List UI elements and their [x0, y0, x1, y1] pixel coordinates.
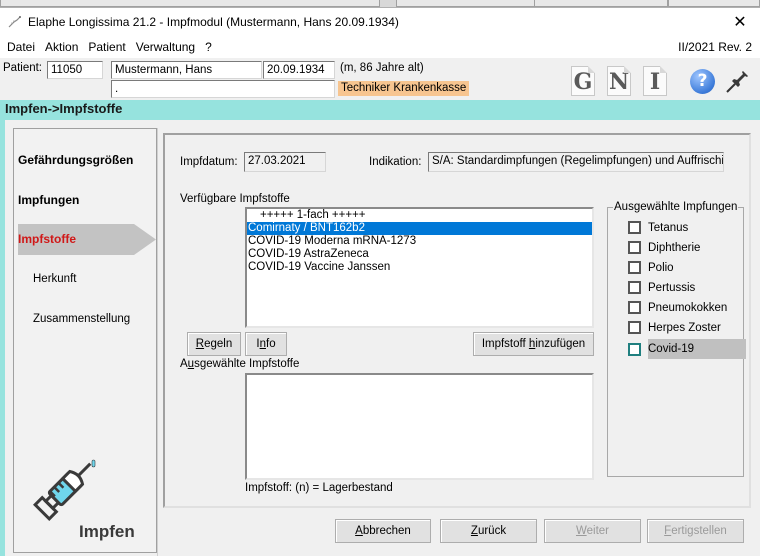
insurance-badge: Techniker Krankenkasse — [338, 81, 470, 96]
list-item-header: +++++ 1-fach +++++ — [260, 209, 366, 221]
cancel-button[interactable]: Abbrechen — [335, 519, 431, 543]
finish-button[interactable]: Fertigstellen — [647, 519, 744, 543]
snake-icon — [8, 15, 22, 29]
group-title: Ausgewählte Impfungen — [613, 201, 739, 213]
patient-birthdate-field[interactable]: 20.09.1934 — [263, 61, 335, 79]
sidebar-item-impfungen[interactable]: Impfungen — [18, 193, 79, 207]
checkbox-box[interactable] — [628, 301, 641, 314]
checkbox-diphtherie[interactable]: Diphtherie — [628, 241, 700, 254]
checkbox-label: Pertussis — [648, 281, 696, 294]
list-item[interactable]: COVID-19 Vaccine Janssen — [247, 261, 592, 274]
available-vaccines-list[interactable]: +++++ 1-fach +++++ Comirnaty / BNT162b2 … — [245, 207, 594, 328]
syringe-icon — [20, 452, 104, 532]
checkbox-box[interactable] — [628, 221, 641, 234]
patient-bar: Patient: 11050 Mustermann, Hans 20.09.19… — [0, 58, 760, 100]
checkbox-polio[interactable]: Polio — [628, 261, 674, 274]
impfdatum-label: Impfdatum: — [180, 156, 238, 168]
checkbox-herpes-zoster[interactable]: Herpes Zoster — [628, 321, 721, 334]
checkbox-box[interactable] — [628, 281, 641, 294]
label-text: A — [180, 358, 188, 370]
checkbox-label: Herpes Zoster — [648, 321, 721, 334]
list-item[interactable]: COVID-19 AstraZeneca — [247, 248, 592, 261]
sidebar-item-herkunft[interactable]: Herkunft — [33, 273, 76, 285]
menu-aktion[interactable]: Aktion — [40, 40, 83, 54]
version-label: II/2021 Rev. 2 — [678, 40, 752, 54]
checkbox-tetanus[interactable]: Tetanus — [628, 221, 688, 234]
button-label: fo — [266, 338, 276, 350]
window-title: Elaphe Longissima 21.2 - Impfmodul (Must… — [28, 15, 399, 29]
pin-icon[interactable] — [724, 67, 752, 95]
patient-label: Patient: — [3, 62, 42, 74]
info-button[interactable]: Info — [245, 332, 287, 356]
add-vaccine-button[interactable]: Impfstoff hinzufügen — [473, 332, 594, 356]
button-label: bbrechen — [362, 525, 411, 537]
button-label: egeln — [204, 338, 233, 350]
stock-legend: Impfstoff: (n) = Lagerbestand — [245, 482, 393, 494]
module-label: Impfen — [79, 522, 135, 541]
list-item[interactable]: COVID-19 Moderna mRNA-1273 — [247, 235, 592, 248]
close-icon[interactable]: ✕ — [730, 12, 750, 32]
mnemonic: R — [195, 338, 205, 350]
menu-help[interactable]: ? — [200, 40, 217, 54]
background-window-strip — [0, 0, 760, 8]
background-tab — [0, 0, 380, 7]
checkbox-label: Polio — [648, 261, 674, 274]
button-label: Impfstoff — [481, 338, 529, 350]
checkbox-label: Diphtherie — [648, 241, 701, 254]
regeln-button[interactable]: Regeln — [187, 332, 241, 356]
available-vaccines-label: Verfügbare Impfstoffe — [180, 193, 290, 205]
title-bar: Elaphe Longissima 21.2 - Impfmodul (Must… — [0, 8, 760, 36]
checkbox-box[interactable] — [628, 261, 641, 274]
menu-verwaltung[interactable]: Verwaltung — [131, 40, 200, 54]
button-label: ertigstellen — [671, 525, 727, 537]
checkbox-pertussis[interactable]: Pertussis — [628, 281, 695, 294]
mnemonic: Z — [470, 525, 478, 537]
checkbox-label: Tetanus — [648, 221, 689, 234]
breadcrumb: Impfen->Impfstoffe — [5, 101, 123, 116]
background-tab — [534, 0, 668, 7]
button-label: inzufügen — [535, 338, 586, 350]
mnemonic: W — [575, 525, 587, 537]
background-tab — [396, 0, 536, 7]
patient-id-field[interactable]: 11050 — [47, 61, 103, 79]
breadcrumb-bar: Impfen->Impfstoffe — [0, 100, 760, 120]
checkbox-box[interactable] — [628, 342, 641, 356]
i-document-icon[interactable]: I — [643, 66, 667, 96]
button-label: eiter — [586, 525, 610, 537]
selected-vaccines-list[interactable] — [245, 373, 594, 480]
sidebar-item-gefaehrdungsgroessen[interactable]: Gefährdungsgrößen — [18, 153, 133, 167]
label-text: sgewählte Impfstoffe — [194, 358, 300, 370]
accent-strip — [0, 120, 5, 556]
checkbox-covid-19[interactable]: Covid-19 — [628, 339, 746, 359]
mnemonic: A — [355, 525, 363, 537]
menu-patient[interactable]: Patient — [83, 40, 130, 54]
indikation-field[interactable]: S/A: Standardimpfungen (Regelimpfungen) … — [428, 152, 724, 172]
impfdatum-field[interactable]: 27.03.2021 — [244, 152, 326, 172]
background-tab — [668, 0, 760, 7]
sidebar-item-zusammenstellung[interactable]: Zusammenstellung — [33, 313, 130, 325]
indikation-label: Indikation: — [369, 156, 422, 168]
button-label: urück — [477, 525, 507, 537]
menu-bar: Datei Aktion Patient Verwaltung ? II/202… — [0, 36, 760, 58]
patient-name-field[interactable]: Mustermann, Hans — [111, 61, 262, 79]
checkbox-label: Covid-19 — [648, 339, 746, 359]
checkbox-pneumokokken[interactable]: Pneumokokken — [628, 301, 727, 314]
g-document-icon[interactable]: G — [571, 66, 595, 96]
patient-info: (m, 86 Jahre alt) — [340, 62, 424, 74]
list-item-selected[interactable]: Comirnaty / BNT162b2 — [247, 222, 592, 235]
patient-address-field[interactable]: . — [111, 80, 335, 98]
checkbox-box[interactable] — [628, 321, 641, 334]
selected-vaccines-label: Ausgewählte Impfstoffe — [180, 358, 299, 370]
selected-vaccinations-group: Ausgewählte Impfungen Tetanus Diphtherie… — [607, 201, 746, 477]
help-icon[interactable]: ? — [690, 69, 715, 94]
next-button[interactable]: Weiter — [544, 519, 641, 543]
menu-datei[interactable]: Datei — [2, 40, 40, 54]
checkbox-box[interactable] — [628, 241, 641, 254]
n-document-icon[interactable]: N — [607, 66, 631, 96]
sidebar-item-impfstoffe[interactable]: Impfstoffe — [18, 232, 76, 246]
checkbox-label: Pneumokokken — [648, 301, 728, 314]
back-button[interactable]: Zurück — [440, 519, 537, 543]
